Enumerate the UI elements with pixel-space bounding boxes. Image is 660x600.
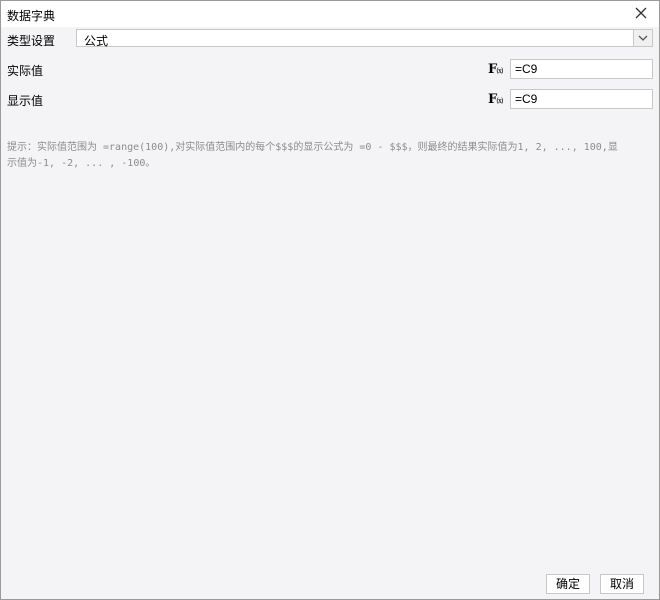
hint-text: 提示：实际值范围为 =range(100),对实际值范围内的每个$$$的显示公式… bbox=[7, 142, 618, 169]
chevron-down-icon[interactable] bbox=[633, 30, 652, 46]
function-icon[interactable]: F(x) bbox=[488, 92, 506, 107]
type-setting-label: 类型设置 bbox=[7, 34, 56, 48]
actual-value-input[interactable] bbox=[510, 59, 653, 79]
close-icon[interactable] bbox=[633, 5, 649, 21]
ok-button[interactable]: 确定 bbox=[546, 574, 590, 594]
actual-value-label: 实际值 bbox=[7, 64, 44, 78]
data-dictionary-dialog: 数据字典 类型设置 公式 实际值 F(x) 显示值 F(x) 提示：实际值范围为… bbox=[0, 0, 660, 600]
type-setting-value: 公式 bbox=[84, 34, 109, 48]
display-value-label: 显示值 bbox=[7, 94, 44, 108]
cancel-button[interactable]: 取消 bbox=[600, 574, 644, 594]
function-icon[interactable]: F(x) bbox=[488, 62, 506, 77]
dialog-title: 数据字典 bbox=[7, 9, 56, 23]
dialog-titlebar: 数据字典 bbox=[1, 1, 659, 27]
type-setting-select[interactable]: 公式 bbox=[76, 29, 653, 48]
display-value-input[interactable] bbox=[510, 89, 653, 109]
